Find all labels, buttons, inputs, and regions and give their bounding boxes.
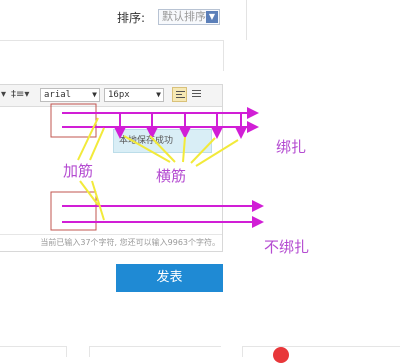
pointer-line: [89, 127, 105, 161]
annotation-overlay: [50, 103, 264, 231]
annotation-box-top: [50, 103, 97, 138]
footer-card-edge: [242, 346, 243, 357]
footer-card-edge: [66, 346, 67, 357]
footer-card-edge: [89, 346, 90, 357]
footer-card-edge: [89, 346, 221, 347]
footer-card-edge: [242, 346, 400, 347]
annotation-bubangzha: 不绑扎: [264, 238, 310, 256]
red-badge-icon: [273, 347, 289, 363]
pointer-line: [190, 137, 216, 164]
annotation-hengjin: 横筋: [156, 167, 187, 185]
annotation-jiajin: 加筋: [63, 162, 94, 180]
footer-card-edge: [0, 346, 66, 347]
pointer-line: [77, 117, 99, 161]
annotation-bangzha: 绑扎: [276, 138, 307, 156]
annotation-box-bottom: [50, 191, 97, 231]
pointer-line: [182, 136, 186, 163]
pointer-line: [195, 139, 239, 167]
